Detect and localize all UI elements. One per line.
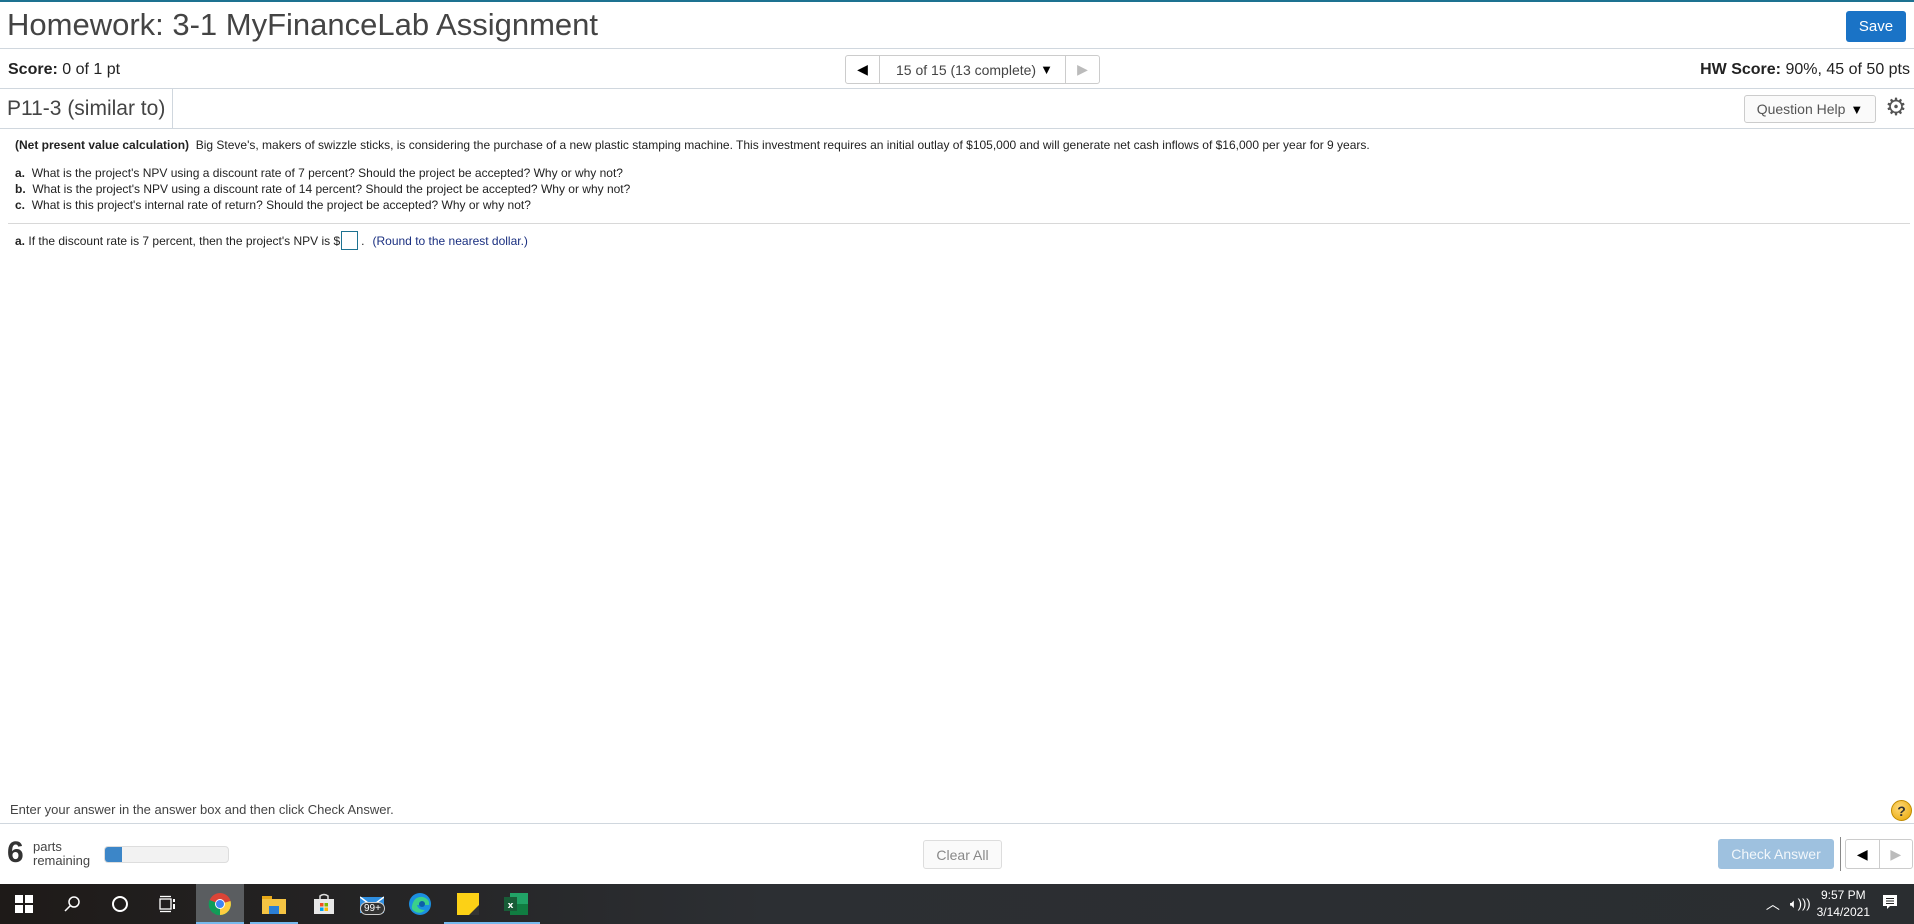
task-view-icon[interactable] xyxy=(144,884,192,924)
volume-icon[interactable]: 🔈︎))) xyxy=(1790,896,1811,912)
save-button[interactable]: Save xyxy=(1846,11,1906,42)
npv-answer-input[interactable] xyxy=(341,231,359,250)
answer-row: a. If the discount rate is 7 percent, th… xyxy=(15,231,528,250)
parts-label-line2: remaining xyxy=(33,853,91,868)
bottom-previous-button[interactable]: ◀ xyxy=(1846,840,1880,868)
clear-all-button[interactable]: Clear All xyxy=(923,840,1002,869)
score-value: 0 of 1 pt xyxy=(62,61,121,78)
question-id: P11-3 (similar to) xyxy=(0,89,174,128)
mail-badge: 99+ xyxy=(360,902,385,915)
windows-start-icon[interactable] xyxy=(0,884,48,924)
triangle-right-icon: ▶ xyxy=(1890,845,1902,862)
question-navigator: ◀ 15 of 15 (13 complete) ▼ ▶ xyxy=(845,55,1100,84)
triangle-right-icon: ▶ xyxy=(1077,61,1088,77)
question-part: c. What is this project's internal rate … xyxy=(15,197,1910,213)
microsoft-store-icon[interactable] xyxy=(300,884,348,924)
homework-score: HW Score: 90%, 45 of 50 pts xyxy=(1700,61,1910,79)
bottom-next-button[interactable]: ▶ xyxy=(1880,840,1913,868)
instruction-text: Enter your answer in the answer box and … xyxy=(10,802,394,817)
answer-suffix: . xyxy=(361,233,365,248)
svg-text:x: x xyxy=(508,901,514,911)
triangle-down-icon: ▼ xyxy=(1850,101,1864,117)
question-text: Big Steve's, makers of swizzle sticks, i… xyxy=(195,138,1370,152)
previous-question-button[interactable]: ◀ xyxy=(846,56,880,83)
score-label: Score: xyxy=(8,61,58,78)
triangle-left-icon: ◀ xyxy=(1856,845,1868,862)
chevron-up-icon[interactable]: ︿ xyxy=(1766,894,1780,914)
parts-remaining-label: parts remaining xyxy=(33,840,90,868)
gear-icon[interactable]: ⚙ xyxy=(1884,96,1908,120)
question-topic: (Net present value calculation) xyxy=(15,138,190,152)
clock-time: 9:57 PM xyxy=(1820,888,1866,902)
file-explorer-icon[interactable] xyxy=(250,884,298,924)
progress-fill xyxy=(105,847,123,862)
question-score: Score: 0 of 1 pt xyxy=(8,61,120,79)
score-bar: Score: 0 of 1 pt ◀ 15 of 15 (13 complete… xyxy=(0,49,1914,89)
hw-score-label: HW Score: xyxy=(1700,61,1782,78)
question-part: b. What is the project's NPV using a dis… xyxy=(15,181,1910,197)
chrome-icon[interactable] xyxy=(196,884,244,924)
question-selector-dropdown[interactable]: 15 of 15 (13 complete) ▼ xyxy=(880,56,1065,83)
system-tray: ︿ 🔈︎))) 9:57 PM 3/14/2021 xyxy=(1766,884,1914,924)
question-bar: P11-3 (similar to) Question Help ▼ ⚙ xyxy=(0,89,1914,129)
cortana-icon[interactable] xyxy=(96,884,144,924)
system-clock[interactable]: 9:57 PM 3/14/2021 xyxy=(1817,887,1870,921)
part-text: What is the project's NPV using a discou… xyxy=(32,182,631,196)
hw-score-value: 90%, 45 of 50 pts xyxy=(1785,61,1910,78)
parts-label-line1: parts xyxy=(33,839,62,854)
part-letter: b. xyxy=(15,182,26,196)
search-icon[interactable] xyxy=(48,884,96,924)
answer-prompt: If the discount rate is 7 percent, then … xyxy=(28,233,341,248)
content-divider xyxy=(8,223,1910,224)
parts-progress-bar xyxy=(104,846,229,863)
page-title: Homework: 3-1 MyFinanceLab Assignment xyxy=(7,7,598,42)
question-intro: (Net present value calculation) Big Stev… xyxy=(15,137,1910,153)
edge-icon[interactable] xyxy=(396,884,444,924)
question-part: a. What is the project's NPV using a dis… xyxy=(15,165,1910,181)
help-icon[interactable]: ? xyxy=(1891,800,1912,821)
part-text: What is this project's internal rate of … xyxy=(31,198,531,212)
part-letter: a. xyxy=(15,166,26,180)
part-letter: c. xyxy=(15,198,26,212)
clock-date: 3/14/2021 xyxy=(1816,905,1870,919)
next-question-button[interactable]: ▶ xyxy=(1064,56,1099,83)
triangle-left-icon: ◀ xyxy=(857,61,868,77)
rounding-hint: (Round to the nearest dollar.) xyxy=(372,233,528,248)
question-position: 15 of 15 (13 complete) xyxy=(896,61,1037,78)
check-answer-button[interactable]: Check Answer xyxy=(1718,839,1834,869)
assignment-header: Homework: 3-1 MyFinanceLab Assignment Sa… xyxy=(0,2,1914,49)
question-content: (Net present value calculation) Big Stev… xyxy=(15,137,1910,213)
bottom-question-navigator: ◀ ▶ xyxy=(1845,839,1913,869)
triangle-down-icon: ▼ xyxy=(1040,62,1053,77)
sticky-notes-icon[interactable] xyxy=(444,884,492,924)
question-help-label: Question Help xyxy=(1756,101,1846,117)
question-help-button[interactable]: Question Help ▼ xyxy=(1744,95,1876,123)
footer-separator xyxy=(1840,837,1841,871)
part-text: What is the project's NPV using a discou… xyxy=(31,166,623,180)
question-parts: a. What is the project's NPV using a dis… xyxy=(15,165,1910,213)
answer-part-letter: a. xyxy=(15,233,26,248)
excel-icon[interactable]: x xyxy=(492,884,540,924)
windows-taskbar: 99+ x ︿ 🔈︎))) 9:57 PM 3/14/2021 xyxy=(0,884,1914,924)
notifications-icon[interactable] xyxy=(1882,894,1898,915)
parts-remaining-count: 6 xyxy=(7,836,24,869)
footer-divider xyxy=(0,823,1914,824)
